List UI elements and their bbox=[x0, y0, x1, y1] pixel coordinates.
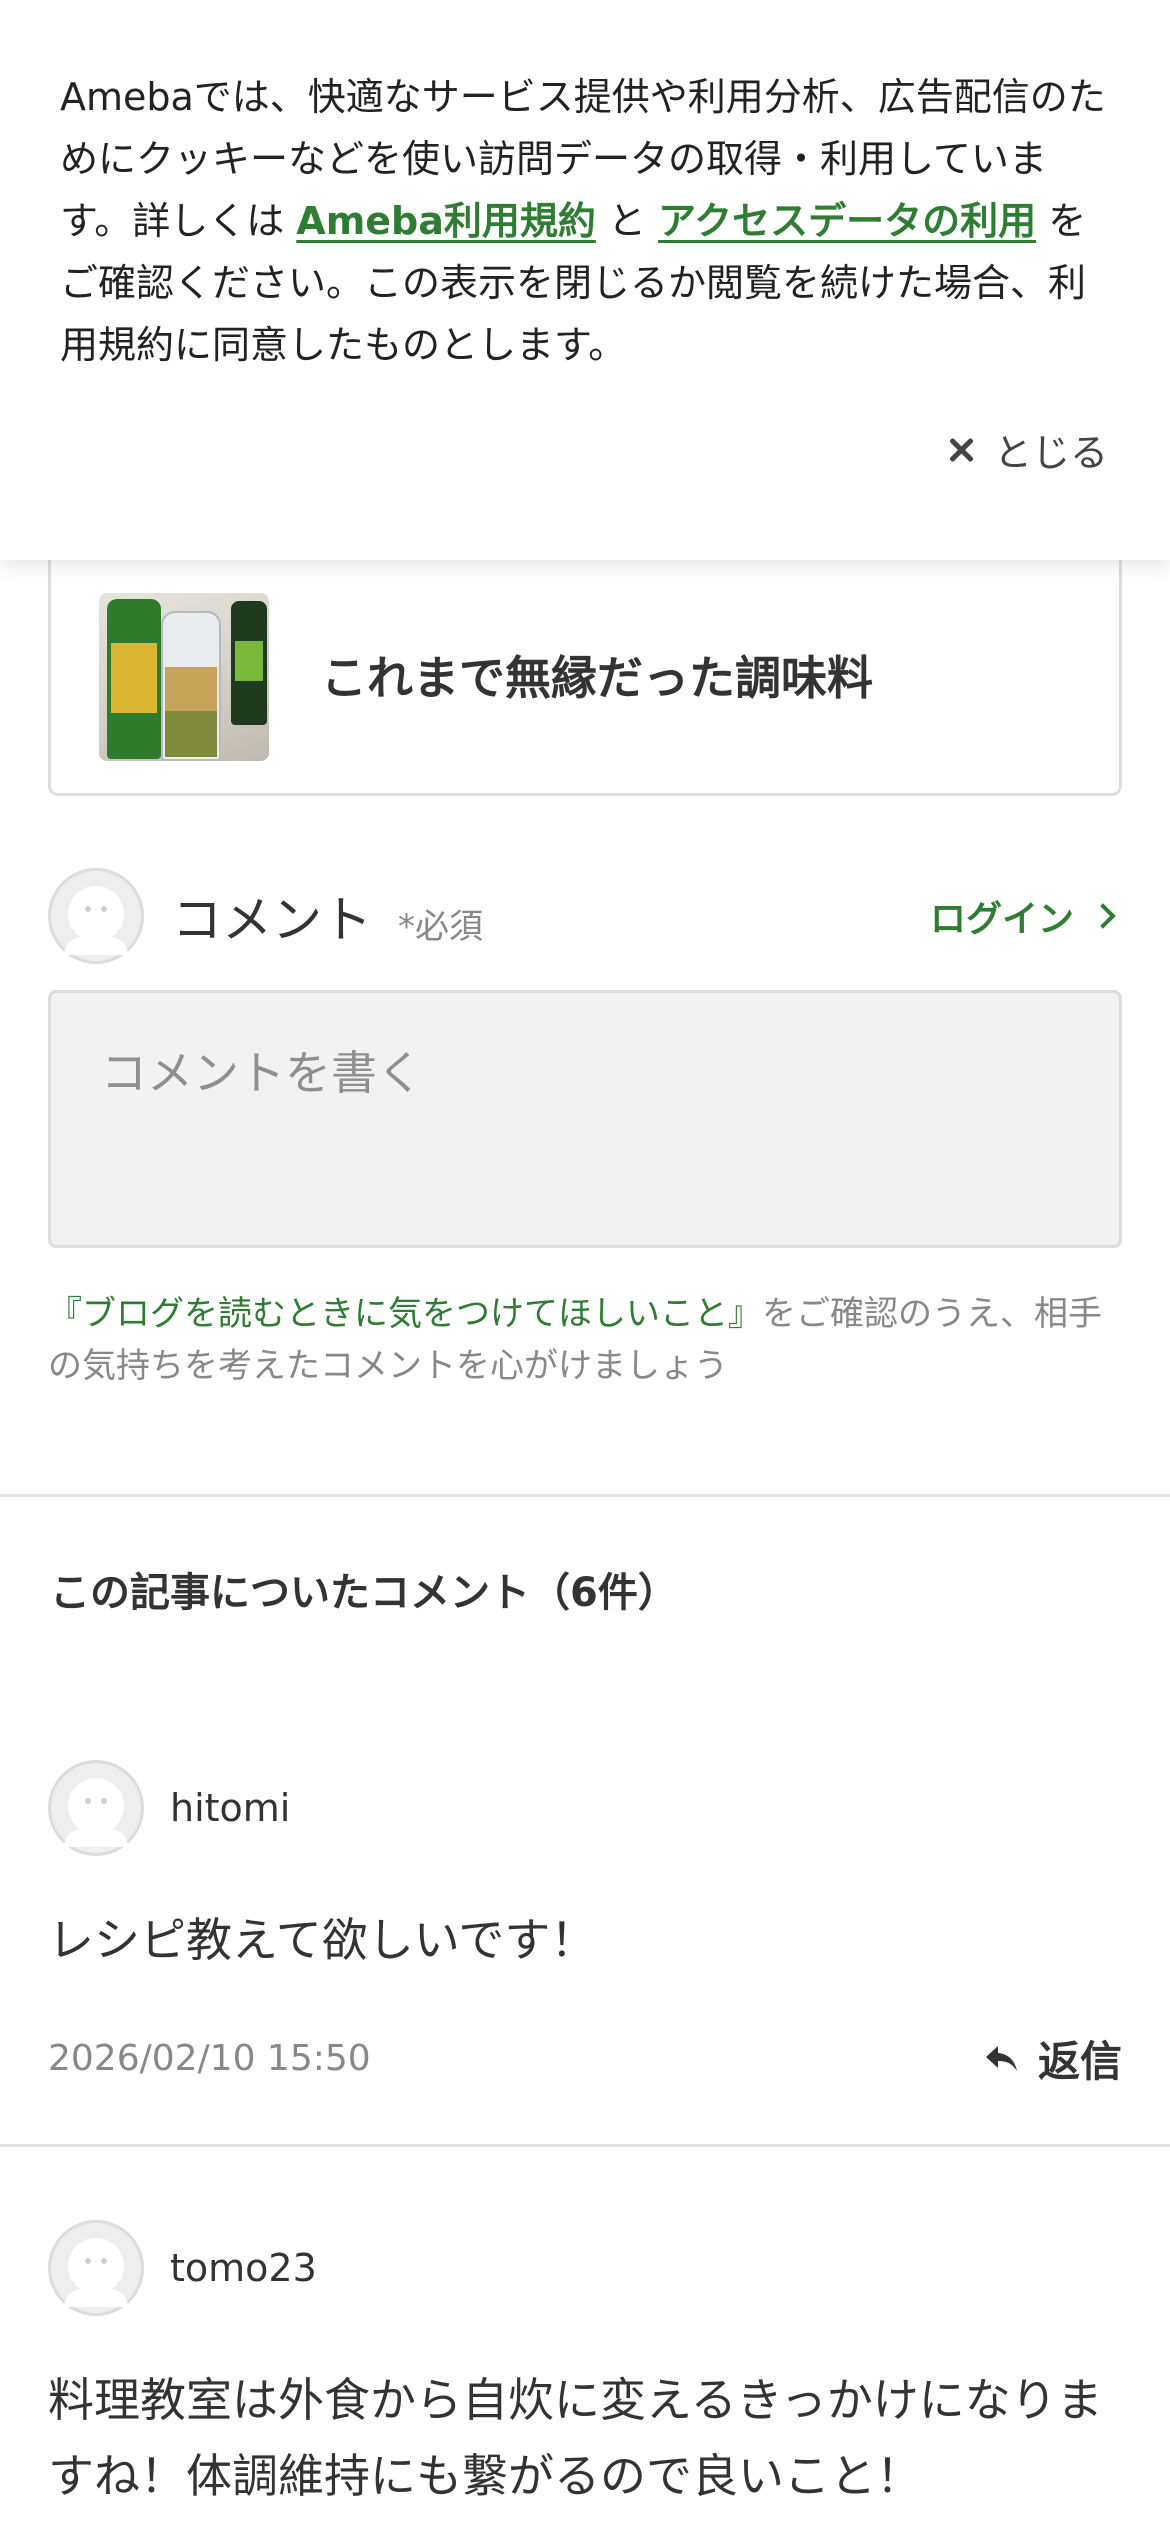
guidelines-link[interactable]: 『ブログを読むときに気をつけてほしいこと』 bbox=[48, 1294, 762, 1334]
divider bbox=[0, 1494, 1170, 1497]
reply-arrow-icon bbox=[985, 2045, 1017, 2071]
comment-item: hitomi レシピ教えて欲しいです！ 2026/02/10 15:50 返信 bbox=[48, 1760, 1122, 2089]
avatar[interactable] bbox=[48, 1760, 144, 1856]
comment-date: 2026/02/10 15:50 bbox=[48, 2038, 371, 2079]
comment-user: tomo23 bbox=[48, 2220, 1122, 2316]
reply-button[interactable]: 返信 bbox=[984, 2028, 1122, 2089]
related-article-card[interactable]: これまで無縁だった調味料 bbox=[48, 540, 1122, 796]
comment-text: 料理教室は外食から自炊に変えるきっかけになりますね！体調維持にも繋がるので良いこ… bbox=[48, 2373, 1103, 2503]
reply-label: 返信 bbox=[1037, 2037, 1122, 2086]
comment-username[interactable]: hitomi bbox=[170, 1786, 290, 1830]
comment-form-header: コメント *必須 ログイン bbox=[48, 868, 1122, 964]
cookie-consent-banner: Amebaでは、快適なサービス提供や利用分析、広告配信のためにクッキーなどを使い… bbox=[0, 0, 1170, 560]
comment-username[interactable]: tomo23 bbox=[170, 2246, 317, 2290]
chevron-right-icon bbox=[1090, 903, 1116, 929]
login-link[interactable]: ログイン bbox=[930, 890, 1122, 942]
comment-label: コメント bbox=[172, 891, 372, 949]
cookie-consent-text: Amebaでは、快適なサービス提供や利用分析、広告配信のためにクッキーなどを使い… bbox=[60, 66, 1108, 376]
avatar[interactable] bbox=[48, 2220, 144, 2316]
comment-item: tomo23 料理教室は外食から自炊に変えるきっかけになりますね！体調維持にも繋… bbox=[48, 2220, 1122, 2514]
related-article-title: これまで無縁だった調味料 bbox=[321, 650, 873, 705]
comment-footer: 2026/02/10 15:50 返信 bbox=[48, 2028, 1122, 2089]
close-icon bbox=[944, 433, 978, 467]
comment-user: hitomi bbox=[48, 1760, 1122, 1856]
divider bbox=[0, 2144, 1170, 2147]
comments-section-title: この記事についたコメント（6件） bbox=[50, 1570, 678, 1616]
terms-link[interactable]: Ameba利用規約 bbox=[296, 199, 596, 243]
comment-input[interactable] bbox=[48, 990, 1122, 1248]
cookie-text-and: と bbox=[595, 199, 659, 243]
avatar bbox=[48, 868, 144, 964]
close-label: とじる bbox=[993, 431, 1108, 475]
close-banner-button[interactable]: とじる bbox=[944, 422, 1108, 477]
related-article-thumbnail bbox=[99, 592, 269, 761]
access-data-link[interactable]: アクセスデータの利用 bbox=[658, 199, 1036, 243]
login-label: ログイン bbox=[929, 899, 1074, 940]
comment-guidelines-note: 『ブログを読むときに気をつけてほしいこと』をご確認のうえ、相手の気持ちを考えたコ… bbox=[48, 1288, 1122, 1392]
required-marker: *必須 bbox=[398, 906, 483, 947]
comment-text: レシピ教えて欲しいです！ bbox=[48, 1913, 597, 1967]
